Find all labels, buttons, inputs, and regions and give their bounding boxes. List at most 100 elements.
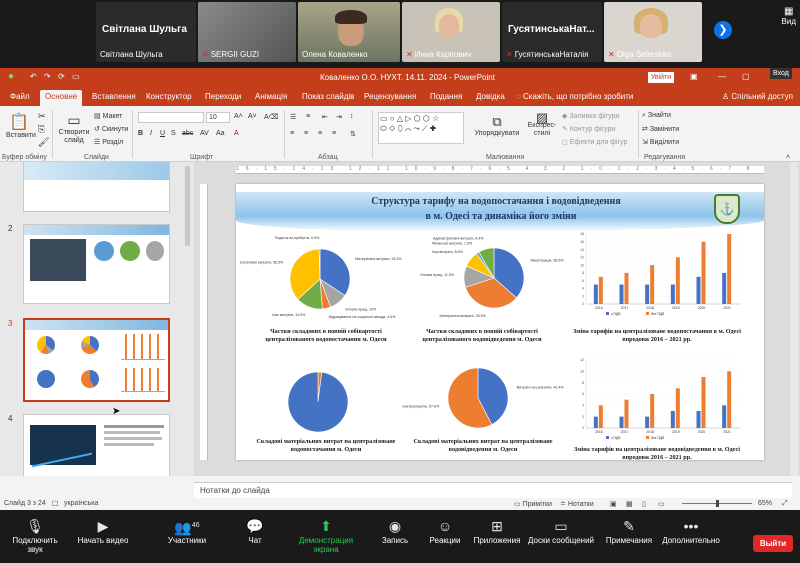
next-page-button[interactable]: ❯ [714, 21, 732, 39]
decrease-font-icon[interactable]: A˅ [248, 113, 257, 120]
notes-pane[interactable]: Нотатки до слайда [194, 482, 792, 498]
shadow-button[interactable]: S [171, 130, 176, 137]
notes-toggle[interactable]: ≐ Нотатки [560, 500, 594, 508]
paste-button[interactable]: 📋 Вставити [6, 112, 36, 139]
shapes-gallery[interactable]: ▭ ○ △ ▷ ⬠ ⬡ ☆ ⬭ ◇ ⬯ ⌒ ⤳ ⟋ ✚ [378, 112, 464, 144]
chat-button[interactable]: 💬 Чат [224, 516, 286, 545]
text-direction-icon[interactable]: ⇅ [350, 130, 356, 138]
tab-animations[interactable]: Анімація [255, 92, 287, 101]
comments-toggle[interactable]: ▭ Примітки [514, 500, 552, 508]
increase-indent-icon[interactable]: ⇥ [336, 113, 342, 121]
start-from-beginning-icon[interactable]: ▭ [72, 72, 80, 81]
slide-canvas[interactable]: Структура тарифу на водопостачання і вод… [236, 184, 764, 460]
unmute-button[interactable]: 🎙 Подключить звук [4, 516, 66, 554]
tab-view[interactable]: Подання [430, 92, 462, 101]
section-button[interactable]: ☰ Розділ [94, 138, 123, 146]
spellcheck-icon[interactable]: ☐ [52, 500, 58, 508]
participant-tile[interactable]: ✕ SERGII GUZI [198, 2, 296, 62]
participant-tile[interactable]: ✕ Инна Карпович [402, 2, 500, 62]
participant-tile[interactable]: ✕ Olga Selreshko [604, 2, 702, 62]
collapse-ribbon-icon[interactable]: ˄ [786, 154, 790, 161]
sign-in-button[interactable]: Увійти [648, 72, 674, 83]
whiteboards-button[interactable]: ▭ Доски сообщений [526, 516, 596, 545]
undo-icon[interactable]: ↶ [30, 72, 37, 81]
slide-thumbnail[interactable] [23, 224, 170, 304]
shape-outline-button[interactable]: ✎ Контур фігури [562, 125, 615, 133]
slide-thumbnail-selected[interactable] [23, 318, 170, 402]
tab-review[interactable]: Рецензування [364, 92, 416, 101]
participant-tile[interactable]: Світлана Шульга Світлана Шульга [96, 2, 196, 62]
align-right-icon[interactable]: ≡ [318, 130, 322, 137]
replace-button[interactable]: ⇄ Замінити [642, 125, 679, 133]
underline-button[interactable]: U [160, 130, 165, 137]
language-label[interactable]: українська [64, 500, 98, 507]
minimize-icon[interactable]: — [718, 72, 726, 81]
tell-me-search[interactable]: ◌ Скажіть, що потрібно зробити [516, 92, 633, 101]
format-painter-icon[interactable]: 🖌 [38, 137, 49, 148]
ribbon-display-icon[interactable]: ▣ [690, 72, 698, 81]
tab-help[interactable]: Довідка [476, 92, 505, 101]
x-tick-label: 2016 [595, 306, 603, 310]
shape-effects-button[interactable]: ◻ Ефекти для фігур [562, 138, 627, 146]
arrange-button[interactable]: ⧉ Упорядкувати [472, 114, 522, 137]
italic-button[interactable]: I [150, 130, 152, 137]
more-button[interactable]: ••• Дополнительно [660, 516, 722, 545]
notes-button[interactable]: ✎ Примечания [598, 516, 660, 545]
decrease-indent-icon[interactable]: ⇤ [322, 113, 328, 121]
numbering-icon[interactable]: ≡ [306, 113, 310, 120]
participant-tile[interactable]: ГусятинськаНат... ✕ ГусятинськаНаталія [502, 2, 602, 62]
tab-insert[interactable]: Вставлення [92, 92, 136, 101]
tab-transitions[interactable]: Переходи [205, 92, 241, 101]
tab-slideshow[interactable]: Показ слайдів [302, 92, 354, 101]
increase-font-icon[interactable]: A˄ [234, 113, 243, 120]
zoom-slider-thumb[interactable] [716, 500, 719, 507]
select-button[interactable]: ⇲ Виділити [642, 138, 679, 146]
align-left-icon[interactable]: ≡ [290, 130, 294, 137]
start-video-button[interactable]: ▶ Начать видео [72, 516, 134, 545]
align-center-icon[interactable]: ≡ [304, 130, 308, 137]
slide-thumbnail[interactable] [23, 162, 170, 212]
legend-label: без ПДВ [651, 312, 665, 316]
thumbnail-scrollbar[interactable] [185, 166, 190, 246]
participant-tile[interactable]: Олена Коваленко [298, 2, 400, 62]
participants-icon: 👥46 [174, 519, 200, 536]
fit-slide-icon[interactable]: ⤢ [782, 500, 788, 508]
share-button[interactable]: ♙ Спільний доступ [722, 92, 793, 101]
font-size-select[interactable]: 10 [206, 112, 230, 123]
quick-access-icon[interactable]: ⟳ [58, 72, 65, 81]
strikethrough-button[interactable]: abc [182, 130, 193, 137]
share-screen-button[interactable]: ⬆ Демонстрация экрана [286, 516, 366, 554]
cut-icon[interactable]: ✂ [38, 111, 46, 122]
new-slide-button[interactable]: ▭ Створити слайд [56, 112, 92, 145]
leave-button[interactable]: Выйти [753, 535, 793, 552]
quick-styles-button[interactable]: ▨ Експрес-стилі [524, 111, 560, 138]
change-case-icon[interactable]: Aa [216, 130, 225, 137]
maximize-icon[interactable]: ▢ [742, 72, 750, 81]
justify-icon[interactable]: ≡ [332, 130, 336, 137]
vertical-scrollbar[interactable] [790, 162, 798, 476]
redo-icon[interactable]: ↷ [44, 72, 51, 81]
slide-sorter-icon[interactable]: ▦ [626, 500, 633, 508]
tab-home[interactable]: Основне [40, 90, 83, 106]
font-family-select[interactable] [138, 112, 204, 123]
clear-formatting-icon[interactable]: A⌫ [264, 113, 279, 121]
tab-design[interactable]: Конструктор [146, 92, 192, 101]
apps-button[interactable]: ⊞ Приложения [466, 516, 528, 545]
participants-button[interactable]: 👥46 Участники [156, 516, 218, 545]
layout-button[interactable]: ▤ Макет [94, 112, 122, 120]
font-color-icon[interactable]: A [234, 130, 239, 137]
view-button[interactable]: ▦ Вид [782, 6, 796, 26]
shape-fill-button[interactable]: ◆ Заливка фігури [562, 112, 619, 120]
normal-view-icon[interactable]: ▣ [610, 500, 617, 508]
copy-icon[interactable]: ⎘ [38, 124, 45, 135]
line-spacing-icon[interactable]: ↕ [350, 113, 354, 120]
bold-button[interactable]: B [138, 130, 143, 137]
tab-file[interactable]: Файл [10, 92, 30, 101]
char-spacing-icon[interactable]: AV [200, 130, 209, 137]
reading-view-icon[interactable]: ▯ [642, 500, 646, 508]
find-button[interactable]: ⌕ Знайти [642, 112, 671, 120]
slide-thumbnail[interactable] [23, 414, 170, 476]
bullets-icon[interactable]: ☰ [290, 113, 296, 121]
slideshow-icon[interactable]: ▭ [658, 500, 665, 508]
reset-button[interactable]: ↺ Скинути [94, 125, 128, 133]
